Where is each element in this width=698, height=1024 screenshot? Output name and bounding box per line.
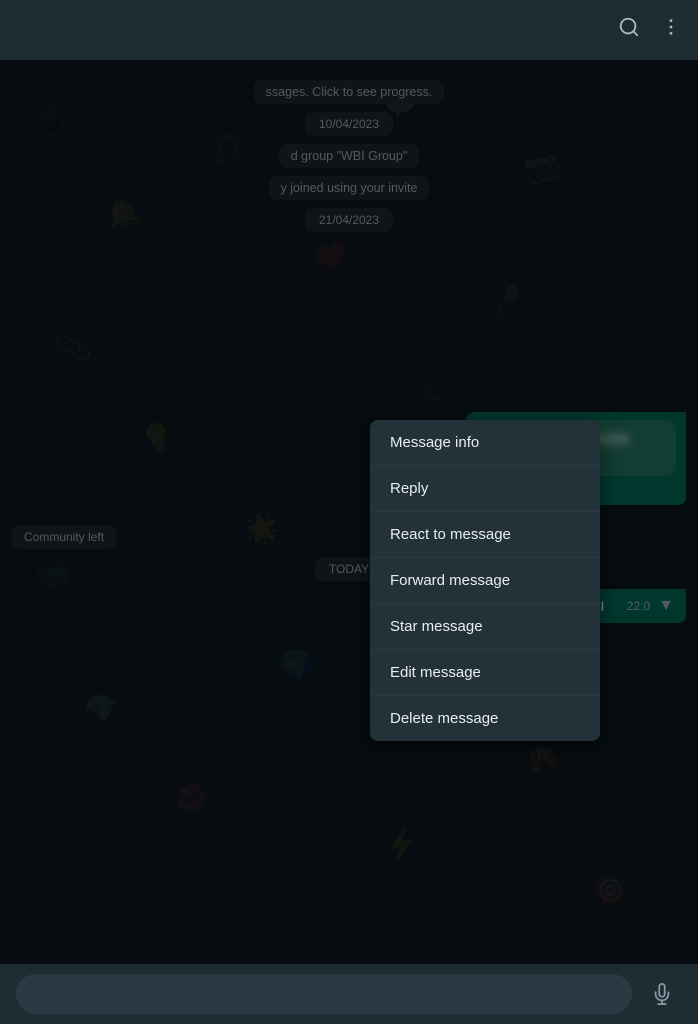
context-menu-item-star[interactable]: Star message: [370, 604, 600, 650]
context-menu: Message info Reply React to message Forw…: [370, 420, 600, 741]
context-menu-item-delete[interactable]: Delete message: [370, 696, 600, 741]
context-menu-item-forward[interactable]: Forward message: [370, 558, 600, 604]
context-menu-item-edit[interactable]: Edit message: [370, 650, 600, 696]
context-menu-item-reply[interactable]: Reply: [370, 466, 600, 512]
chat-header: [0, 0, 698, 60]
message-input-bar: [0, 964, 698, 1024]
context-menu-item-react[interactable]: React to message: [370, 512, 600, 558]
more-options-icon[interactable]: [660, 16, 682, 44]
microphone-button[interactable]: [642, 974, 682, 1014]
chat-background: 📱 🎵 💬 📷 🔔 ❤️ 🎤 📎 📞 💡 🔒 🌟 📹 🎭 🌍 💎 🎪 🌺 ⚡ 🎯…: [0, 60, 698, 964]
message-input[interactable]: [16, 974, 632, 1014]
search-icon[interactable]: [618, 16, 640, 44]
context-menu-item-message-info[interactable]: Message info: [370, 420, 600, 466]
